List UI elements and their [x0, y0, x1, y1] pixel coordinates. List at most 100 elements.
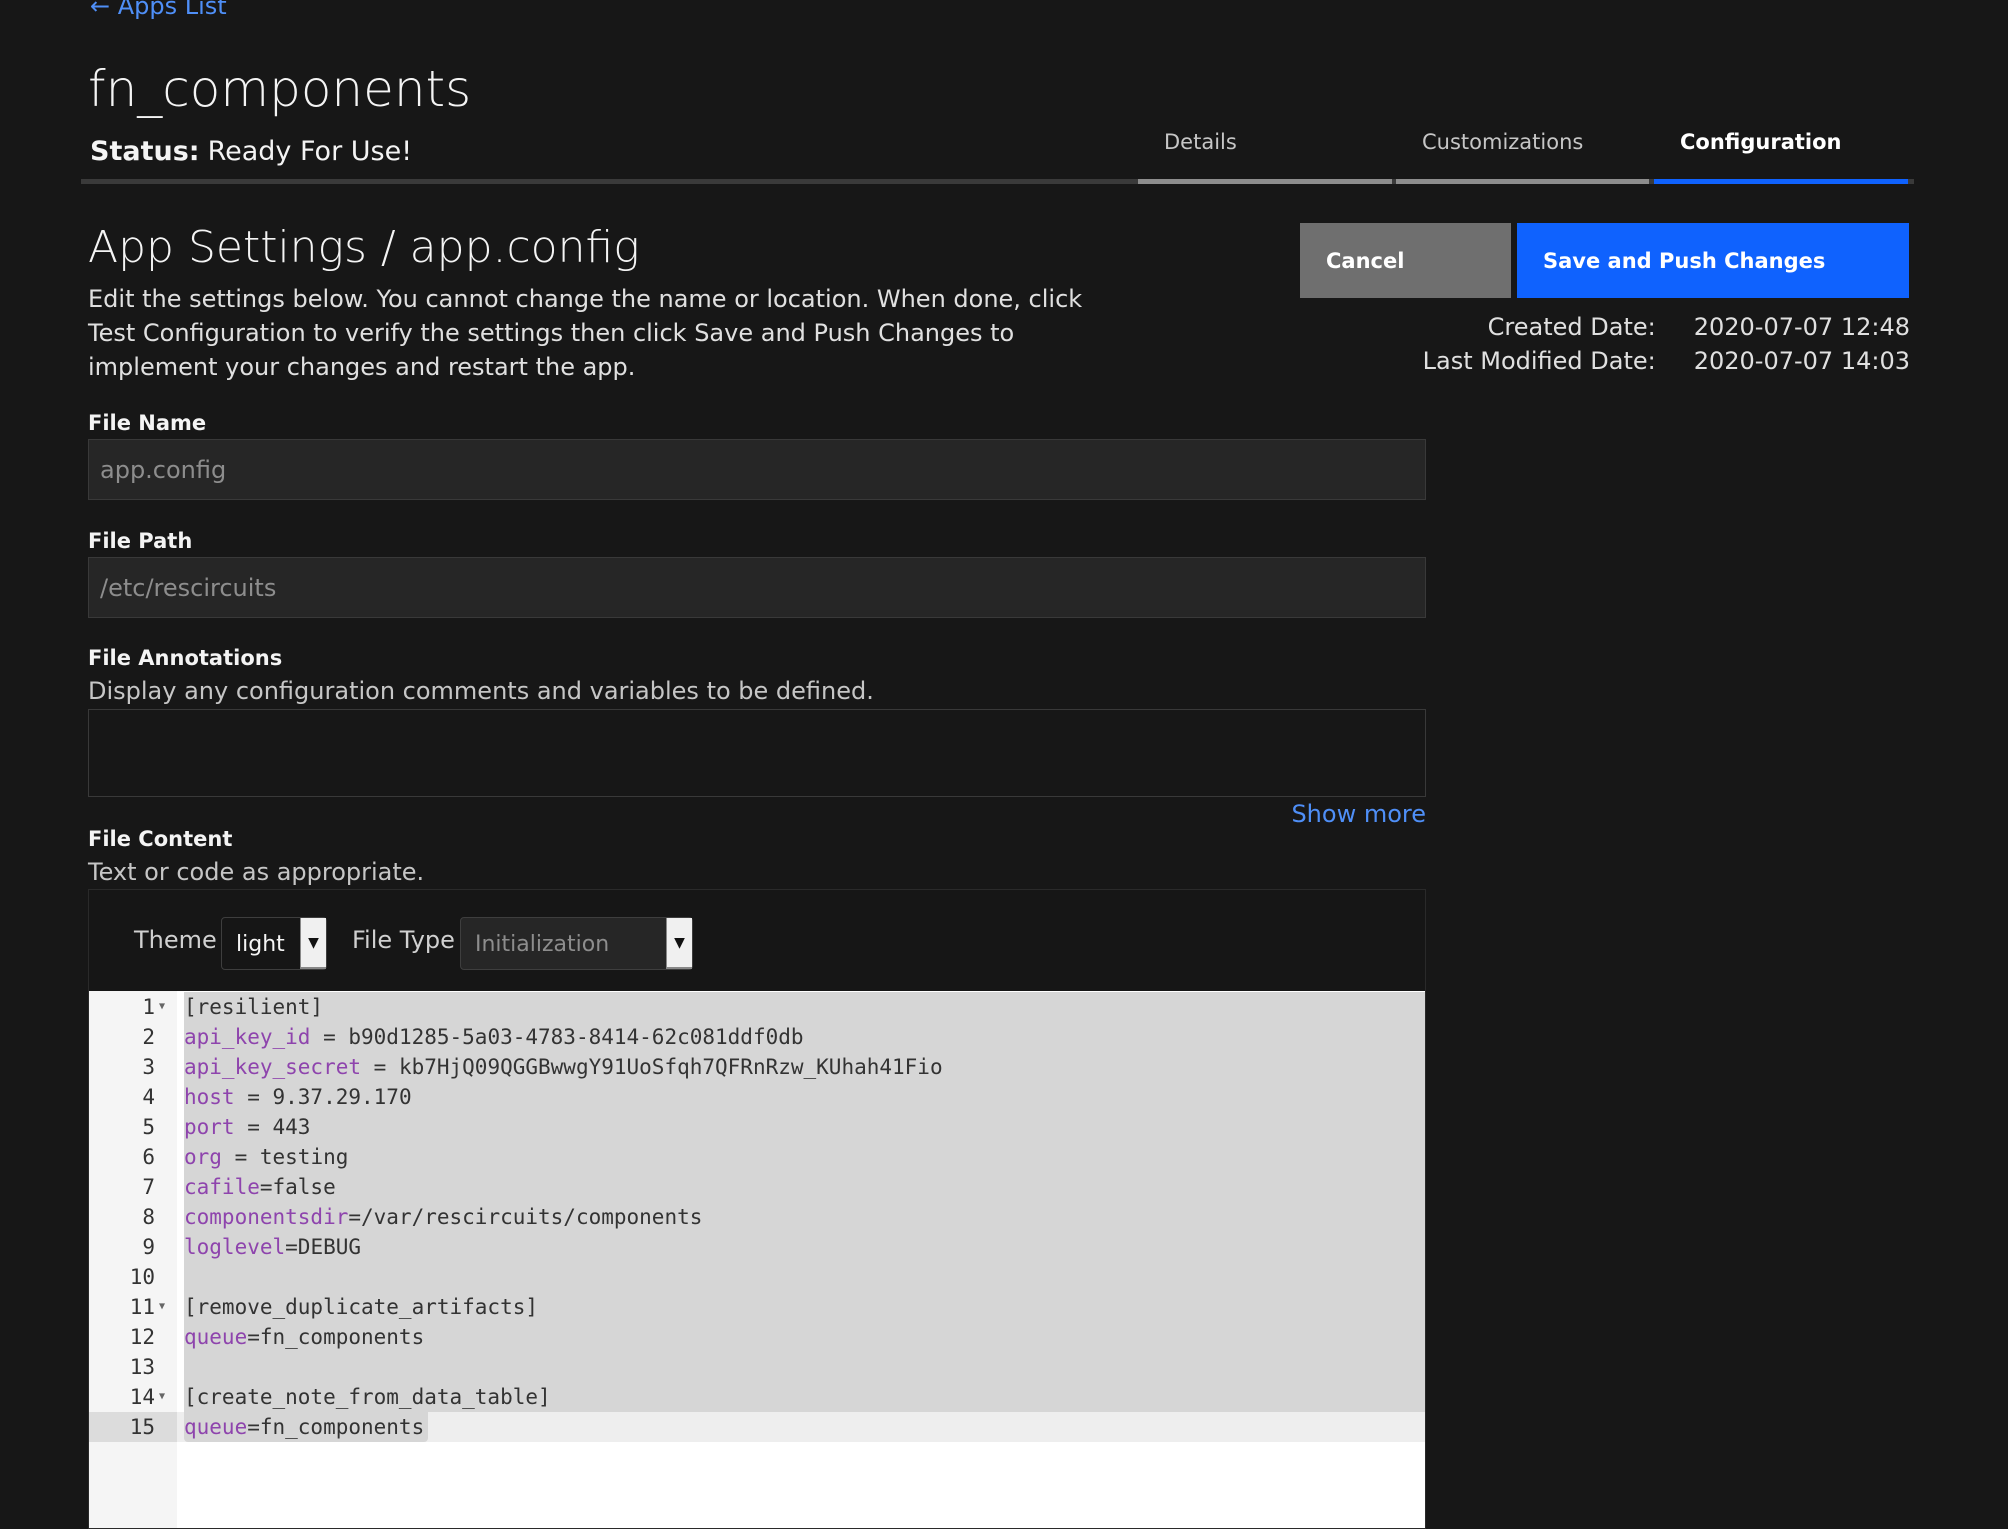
- config-key: componentsdir: [184, 1205, 349, 1229]
- config-key: org: [184, 1145, 222, 1169]
- line-number: 13: [129, 1355, 155, 1379]
- config-key: host: [184, 1085, 235, 1109]
- line-text: componentsdir=/var/rescircuits/component…: [184, 1202, 1425, 1232]
- tab-customizations[interactable]: Customizations: [1396, 130, 1649, 184]
- back-to-apps-list-link[interactable]: ← Apps List: [90, 0, 227, 20]
- line-text: api_key_id = b90d1285-5a03-4783-8414-62c…: [184, 1022, 1425, 1052]
- config-value: = kb7HjQ09QGGBwwgY91UoSfqh7QFRnRzw_KUhah…: [361, 1055, 943, 1079]
- theme-label: Theme: [134, 926, 217, 954]
- config-value: = 443: [234, 1115, 311, 1139]
- config-value: [create_note_from_data_table]: [184, 1385, 551, 1409]
- fold-caret-icon[interactable]: ▼: [159, 1382, 165, 1412]
- code-area[interactable]: 1 ▼ [resilient] 2 api_key_id = b90d1285-5a03…: [89, 991, 1425, 1528]
- code-line[interactable]: 1 ▼ [resilient]: [89, 992, 1425, 1022]
- line-text: loglevel=DEBUG: [184, 1232, 1425, 1262]
- tab-configuration[interactable]: Configuration: [1654, 130, 1908, 184]
- file-content-description: Text or code as appropriate.: [88, 858, 425, 886]
- line-number: 14: [129, 1385, 155, 1409]
- config-value: =fn_components: [247, 1415, 425, 1439]
- config-value: = b90d1285-5a03-4783-8414-62c081ddf0db: [310, 1025, 804, 1049]
- theme-value: light: [236, 932, 285, 957]
- code-line[interactable]: 12 queue=fn_components: [89, 1322, 1425, 1352]
- config-value: = 9.37.29.170: [234, 1085, 412, 1109]
- file-path-label: File Path: [88, 529, 193, 553]
- code-line[interactable]: 8 componentsdir=/var/rescircuits/componen…: [89, 1202, 1425, 1232]
- status-label: Status:: [90, 136, 200, 167]
- line-number: 15: [89, 1412, 177, 1442]
- file-name-input[interactable]: [88, 439, 1426, 500]
- line-text: host = 9.37.29.170: [184, 1082, 1425, 1112]
- line-text: cafile=false: [184, 1172, 1425, 1202]
- config-value: =DEBUG: [285, 1235, 362, 1259]
- line-text: port = 443: [184, 1112, 1425, 1142]
- code-line[interactable]: 15 queue=fn_components: [89, 1412, 1425, 1442]
- config-value: [resilient]: [184, 995, 324, 1019]
- file-type-select[interactable]: Initialization ▼: [460, 917, 693, 970]
- line-text: api_key_secret = kb7HjQ09QGGBwwgY91UoSfq…: [184, 1052, 1425, 1082]
- line-number: 10: [129, 1265, 155, 1289]
- code-editor: Theme light ▼ File Type Initialization ▼…: [88, 889, 1426, 1529]
- line-number: 4: [142, 1085, 155, 1109]
- line-number: 7: [142, 1175, 155, 1199]
- line-number: 12: [129, 1325, 155, 1349]
- line-number: 5: [142, 1115, 155, 1139]
- code-line[interactable]: 6 org = testing: [89, 1142, 1425, 1172]
- config-value: [remove_duplicate_artifacts]: [184, 1295, 539, 1319]
- theme-select[interactable]: light ▼: [221, 917, 327, 970]
- line-number: 3: [142, 1055, 155, 1079]
- code-line[interactable]: 7 cafile=false: [89, 1172, 1425, 1202]
- code-line[interactable]: 10: [89, 1262, 1425, 1292]
- config-key: cafile: [184, 1175, 260, 1199]
- config-key: queue: [184, 1415, 248, 1439]
- config-key: api_key_id: [184, 1025, 311, 1049]
- line-text: org = testing: [184, 1142, 1425, 1172]
- line-text: [184, 1262, 1425, 1292]
- config-key: api_key_secret: [184, 1055, 362, 1079]
- code-line[interactable]: 13: [89, 1352, 1425, 1382]
- line-number: 9: [142, 1235, 155, 1259]
- config-value: =/var/rescircuits/components: [348, 1205, 703, 1229]
- line-text: [184, 1352, 1425, 1382]
- line-text: [create_note_from_data_table]: [184, 1382, 1425, 1412]
- line-number: 1: [142, 995, 155, 1019]
- code-line[interactable]: 4 host = 9.37.29.170: [89, 1082, 1425, 1112]
- code-line[interactable]: 9 loglevel=DEBUG: [89, 1232, 1425, 1262]
- save-and-push-button[interactable]: Save and Push Changes: [1517, 223, 1909, 298]
- chevron-down-icon: ▼: [300, 918, 326, 969]
- page-description: Edit the settings below. You cannot chan…: [88, 285, 1083, 381]
- file-type-label: File Type: [352, 926, 455, 954]
- dates-info: Created Date: 2020-07-07 12:48 Last Modi…: [1423, 310, 1910, 378]
- line-text: [resilient]: [184, 992, 1425, 1022]
- show-more-link[interactable]: Show more: [1291, 800, 1426, 828]
- line-text: queue=fn_components: [184, 1322, 1425, 1352]
- modified-date-label: Last Modified Date:: [1422, 347, 1656, 375]
- file-annotations-textarea[interactable]: [88, 709, 1426, 797]
- tab-details[interactable]: Details: [1138, 130, 1392, 184]
- file-path-input[interactable]: [88, 557, 1426, 618]
- config-value: =fn_components: [247, 1325, 425, 1349]
- line-text: [remove_duplicate_artifacts]: [184, 1292, 1425, 1322]
- code-line[interactable]: 2 api_key_id = b90d1285-5a03-4783-8414-62…: [89, 1022, 1425, 1052]
- config-key: port: [184, 1115, 235, 1139]
- code-line[interactable]: 3 api_key_secret = kb7HjQ09QGGBwwgY91UoSf…: [89, 1052, 1425, 1082]
- fold-caret-icon[interactable]: ▼: [159, 992, 165, 1022]
- status-value: Ready For Use!: [207, 136, 413, 167]
- line-text: queue=fn_components: [184, 1412, 429, 1442]
- line-number: 2: [142, 1025, 155, 1049]
- cancel-button[interactable]: Cancel: [1300, 223, 1511, 298]
- app-status: Status: Ready For Use!: [90, 136, 412, 167]
- app-title: fn_components: [88, 60, 472, 118]
- code-line[interactable]: 14 ▼ [create_note_from_data_table]: [89, 1382, 1425, 1412]
- code-line[interactable]: 5 port = 443: [89, 1112, 1425, 1142]
- file-name-label: File Name: [88, 411, 207, 435]
- chevron-down-icon: ▼: [666, 918, 692, 969]
- line-number: 6: [142, 1145, 155, 1169]
- file-content-label: File Content: [88, 827, 233, 851]
- created-date-value: 2020-07-07 12:48: [1693, 313, 1910, 341]
- page-heading: App Settings / app.config: [88, 222, 640, 273]
- file-annotations-description: Display any configuration comments and v…: [88, 677, 874, 705]
- line-number: 11: [129, 1295, 155, 1319]
- code-line[interactable]: 11 ▼ [remove_duplicate_artifacts]: [89, 1292, 1425, 1322]
- config-key: queue: [184, 1325, 248, 1349]
- fold-caret-icon[interactable]: ▼: [159, 1292, 165, 1322]
